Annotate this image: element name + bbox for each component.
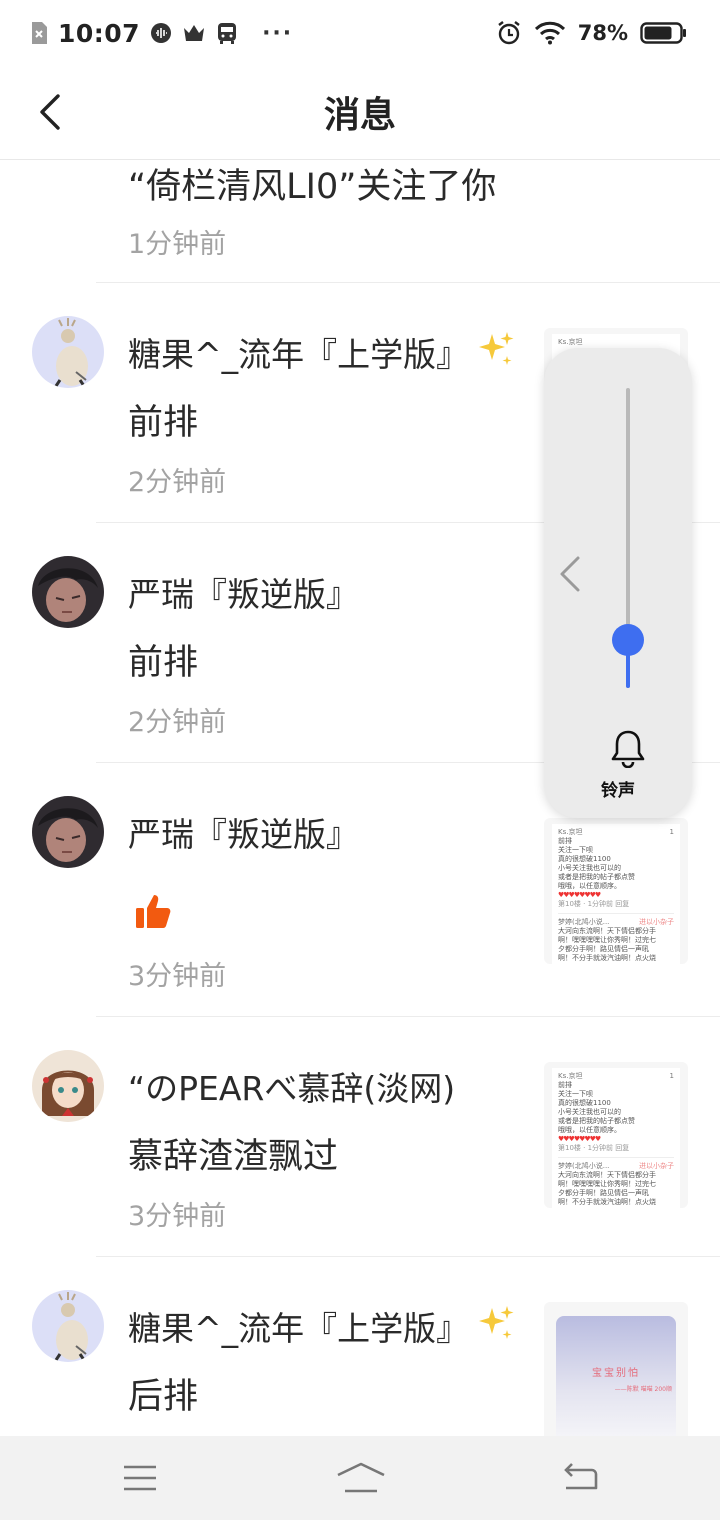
message-item[interactable]: “倚栏清风LI0”关注了你 1分钟前 (0, 160, 720, 283)
post-thumbnail[interactable]: Ks.京坦 1 前排 关注一下呗 真的很想破1100 小号关注我也可以的 或者是把… (544, 818, 688, 964)
message-item[interactable]: “のPEARべ慕辞(淡网) 慕辞渣渣飘过 3分钟前 Ks.京坦 1 前排 关注一下… (0, 1016, 720, 1257)
header: 消息 (0, 64, 720, 160)
more-notifications-icon: ··· (262, 20, 294, 46)
message-content: 前排 (128, 403, 199, 443)
avatar[interactable] (32, 796, 104, 868)
avatar[interactable] (32, 1050, 104, 1122)
message-time: 2分钟前 (128, 707, 227, 738)
post-thumbnail[interactable]: Ks.京坦 1 前排 关注一下呗 真的很想破1100 小号关注我也可以的 或者是把… (544, 1062, 688, 1208)
message-item[interactable]: 糖果^_流年『上学版』 后排 宝宝别怕 ——陈默 喵喵 200顺 (0, 1256, 720, 1436)
sender-name: 糖果^_流年『上学版』 (128, 1309, 470, 1348)
sender-name: 严瑞『叛逆版』 (128, 575, 359, 614)
battery-icon (640, 21, 688, 45)
volume-panel[interactable]: 铃声 (544, 348, 692, 818)
alarm-icon (496, 20, 522, 46)
thumbs-up-icon (134, 892, 172, 934)
return-icon (564, 1463, 598, 1490)
status-bar: 10:07 ··· 78% (0, 0, 720, 64)
avatar[interactable] (32, 556, 104, 628)
avatar[interactable] (32, 316, 104, 388)
battery-percent: 78% (577, 21, 628, 45)
clock: 10:07 (58, 18, 141, 48)
wifi-icon (534, 21, 566, 45)
message-content: 前排 (128, 643, 199, 683)
post-thumbnail[interactable]: 宝宝别怕 ——陈默 喵喵 200顺 (544, 1302, 688, 1436)
expand-volume-button[interactable] (556, 554, 586, 594)
sender-name: 糖果^_流年『上学版』 (128, 335, 470, 374)
message-content: 慕辞渣渣飘过 (128, 1137, 339, 1177)
bell-icon (610, 728, 646, 769)
follow-notice: “倚栏清风LI0”关注了你 (128, 167, 497, 207)
message-time: 3分钟前 (128, 1201, 227, 1232)
sparkle-icon (476, 330, 516, 374)
sim-missing-icon (30, 21, 48, 45)
audio-app-icon (150, 22, 172, 44)
message-time: 3分钟前 (128, 961, 227, 992)
bus-card-icon (216, 21, 238, 45)
sparkle-icon (476, 1304, 516, 1348)
page-title: 消息 (323, 95, 396, 136)
message-time: 1分钟前 (128, 229, 227, 260)
message-content: 后排 (128, 1377, 199, 1417)
message-time: 2分钟前 (128, 467, 227, 498)
crown-icon (182, 23, 206, 43)
volume-slider-handle[interactable] (612, 624, 644, 656)
sender-name: “のPEARべ慕辞(淡网) (128, 1069, 456, 1108)
ringtone-label: 铃声 (601, 781, 635, 801)
home-icon (337, 1462, 385, 1493)
back-nav-button[interactable] (558, 1456, 602, 1500)
menu-icon (124, 1465, 156, 1491)
navigation-bar (0, 1436, 720, 1520)
avatar[interactable] (32, 1290, 104, 1362)
sender-name: 严瑞『叛逆版』 (128, 815, 359, 854)
menu-button[interactable] (118, 1456, 162, 1500)
home-button[interactable] (336, 1456, 386, 1500)
chevron-left-icon (560, 556, 580, 592)
